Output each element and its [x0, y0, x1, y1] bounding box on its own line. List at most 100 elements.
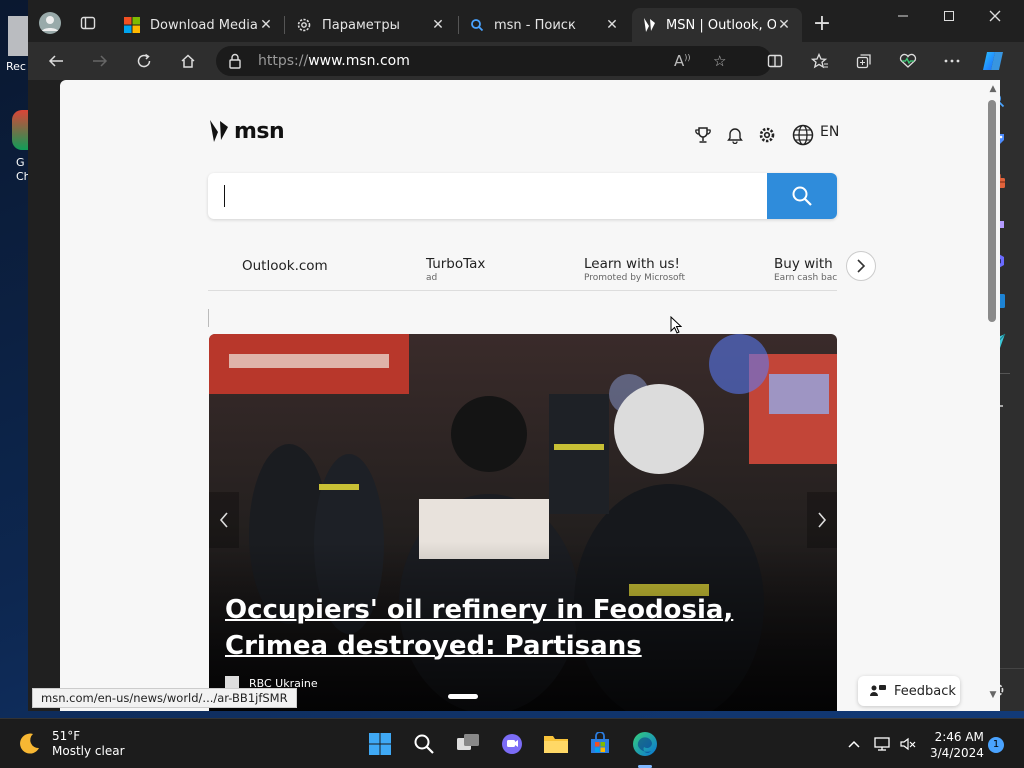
lock-icon[interactable] — [228, 53, 258, 69]
refresh-icon — [137, 53, 151, 68]
tab-separator — [458, 16, 459, 34]
taskbar-search-button[interactable] — [410, 730, 438, 758]
quicklinks-next-button[interactable] — [846, 251, 876, 281]
notifications-button[interactable] — [724, 124, 746, 146]
hero-prev-button[interactable] — [209, 492, 239, 548]
msn-butterfly-icon — [644, 18, 655, 32]
copilot-icon — [983, 52, 1003, 70]
tab-actions-button[interactable] — [74, 9, 102, 37]
scroll-down-arrow[interactable]: ▼ — [987, 690, 999, 700]
tab-close-icon[interactable]: ✕ — [258, 17, 274, 33]
address-url[interactable]: https://www.msn.com — [258, 53, 410, 69]
monitor-network-icon — [874, 737, 890, 751]
search-icon — [471, 19, 484, 32]
text-caret — [224, 185, 225, 207]
msn-page: msn EN Outlook.com TurboTax ad Learn wit… — [60, 80, 1000, 711]
tab-separator — [284, 16, 285, 34]
close-icon — [989, 10, 1001, 22]
favorites-icon — [811, 53, 828, 69]
copilot-button[interactable] — [978, 47, 1008, 75]
read-aloud-icon[interactable]: A)) — [674, 52, 691, 70]
muted-speaker-icon — [900, 737, 916, 751]
carousel-indicator[interactable] — [448, 694, 478, 699]
quicklink-outlook[interactable]: Outlook.com — [242, 258, 328, 275]
forward-button[interactable] — [85, 47, 115, 75]
folder-icon — [544, 736, 568, 753]
favorite-star-icon[interactable]: ☆ — [713, 52, 726, 70]
scrollbar-thumb[interactable] — [988, 100, 996, 322]
home-button[interactable] — [173, 47, 203, 75]
msn-logo[interactable]: msn — [208, 118, 285, 144]
gear-icon — [759, 127, 775, 143]
quicklink-buy[interactable]: Buy with M Earn cash back, — [774, 256, 837, 283]
network-tray-button[interactable] — [874, 736, 890, 752]
settings-more-button[interactable] — [937, 47, 967, 75]
search-icon — [792, 186, 812, 206]
microsoft-store-button[interactable] — [586, 730, 614, 758]
page-settings-button[interactable] — [756, 124, 778, 146]
tab-settings[interactable]: Параметры ✕ — [286, 8, 456, 42]
edge-taskbar-button[interactable] — [631, 730, 659, 758]
weather-desc: Mostly clear — [52, 744, 125, 758]
quicklink-title: Buy with M — [774, 256, 837, 272]
browser-essentials-button[interactable] — [893, 47, 923, 75]
heartbeat-icon — [899, 53, 917, 68]
recycle-bin-icon[interactable] — [8, 16, 28, 56]
collections-icon — [856, 54, 871, 69]
weather-widget[interactable]: 51°F Mostly clear — [16, 729, 125, 759]
favorites-button[interactable] — [805, 47, 835, 75]
back-button[interactable] — [41, 47, 71, 75]
tab-msn-active[interactable]: MSN | Outlook, Offic ✕ — [632, 8, 802, 42]
quicklink-title: TurboTax — [426, 256, 486, 272]
notification-badge[interactable]: 1 — [988, 737, 1004, 753]
split-screen-button[interactable] — [760, 47, 790, 75]
start-button[interactable] — [366, 730, 394, 758]
feedback-button[interactable]: Feedback — [858, 676, 960, 706]
edge-icon — [633, 732, 657, 756]
refresh-button[interactable] — [129, 47, 159, 75]
search-button[interactable] — [767, 173, 837, 219]
minimize-button[interactable] — [880, 0, 926, 32]
hero-headline[interactable]: Occupiers' oil refinery in Feodosia, Cri… — [225, 592, 825, 664]
url-scheme: https:// — [258, 53, 309, 69]
close-window-button[interactable] — [972, 0, 1018, 32]
maximize-button[interactable] — [926, 0, 972, 32]
url-host: www.msn.com — [308, 53, 410, 69]
collections-button[interactable] — [849, 47, 879, 75]
system-clock[interactable]: 2:46 AM 3/4/2024 — [930, 729, 984, 761]
quicklink-title: Learn with us! — [584, 256, 680, 272]
hero-next-button[interactable] — [807, 492, 837, 548]
quicklink-title: Outlook.com — [242, 258, 328, 274]
search-icon — [414, 734, 434, 754]
windows-logo-icon — [369, 733, 391, 755]
file-explorer-button[interactable] — [542, 730, 570, 758]
tab-download-media[interactable]: Download Media Cr ✕ — [114, 8, 284, 42]
language-button[interactable] — [792, 124, 814, 146]
split-screen-icon — [767, 54, 783, 68]
rewards-button[interactable] — [692, 124, 714, 146]
tab-msn-search[interactable]: msn - Поиск ✕ — [460, 8, 630, 42]
task-view-button[interactable] — [454, 730, 482, 758]
address-bar[interactable]: https://www.msn.com A)) ☆ — [216, 46, 772, 76]
moon-weather-icon — [20, 733, 39, 754]
quicklink-learn[interactable]: Learn with us! Promoted by Microsoft — [584, 256, 685, 283]
teams-chat-button[interactable] — [498, 730, 526, 758]
chevron-right-icon — [857, 259, 866, 273]
show-hidden-icons-button[interactable] — [846, 736, 862, 752]
tab-close-icon[interactable]: ✕ — [604, 17, 620, 33]
tab-close-icon[interactable]: ✕ — [776, 17, 792, 33]
language-label[interactable]: EN — [820, 124, 839, 140]
mouse-cursor-icon — [670, 316, 682, 334]
chevron-up-icon — [848, 740, 860, 748]
tab-close-icon[interactable]: ✕ — [430, 17, 446, 33]
minimize-icon — [898, 15, 908, 17]
quicklink-turbotax[interactable]: TurboTax ad — [426, 256, 485, 283]
volume-tray-button[interactable] — [900, 736, 916, 752]
tab-title: Параметры — [322, 17, 400, 33]
scroll-up-arrow[interactable]: ▲ — [987, 84, 999, 94]
search-input[interactable] — [222, 181, 762, 211]
tab-title: MSN | Outlook, Offic — [666, 17, 776, 33]
profile-button[interactable] — [36, 9, 64, 37]
new-tab-button[interactable]: + — [808, 9, 836, 37]
hero-card[interactable]: Occupiers' oil refinery in Feodosia, Cri… — [209, 334, 837, 711]
